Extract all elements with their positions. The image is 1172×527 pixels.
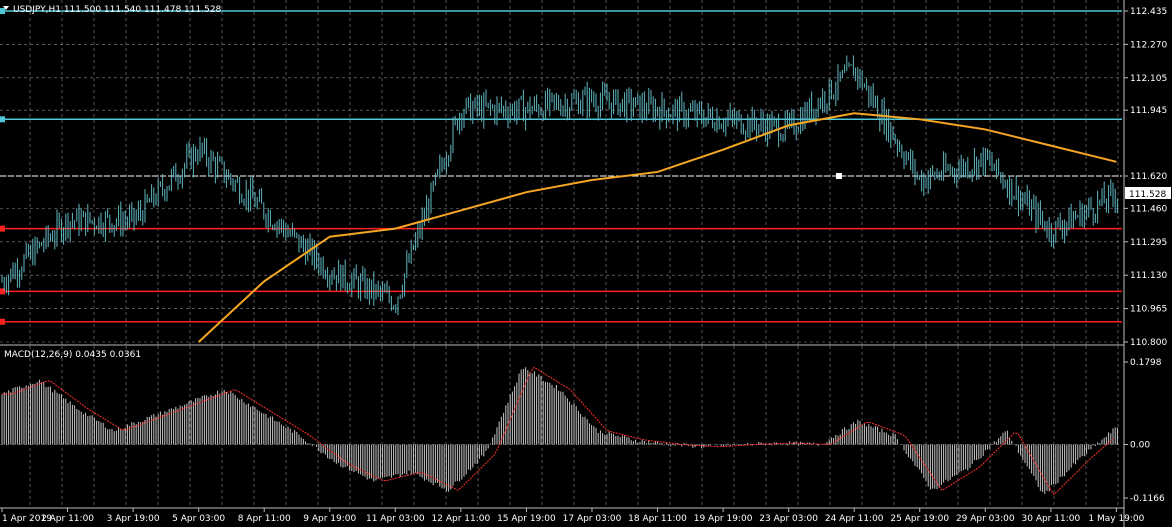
time-tick-label: 5 Apr 03:00 xyxy=(172,514,225,524)
line-handle[interactable] xyxy=(0,116,5,123)
price-tick-label: 112.435 xyxy=(1130,7,1167,17)
time-tick-label: 24 Apr 11:00 xyxy=(825,514,884,524)
time-tick-label: 9 Apr 19:00 xyxy=(303,514,356,524)
time-tick-label: 3 Apr 19:00 xyxy=(107,514,160,524)
macd-tick-label: 0.1798 xyxy=(1130,358,1162,368)
time-tick-label: 23 Apr 03:00 xyxy=(759,514,818,524)
time-tick-label: 2 Apr 11:00 xyxy=(41,514,94,524)
time-tick-label: 15 Apr 19:00 xyxy=(497,514,556,524)
macd-tick-label: 0.00 xyxy=(1130,440,1150,450)
time-tick-label: 12 Apr 11:00 xyxy=(432,514,491,524)
time-tick-label: 25 Apr 19:00 xyxy=(890,514,949,524)
current-price-label: 111.528 xyxy=(1129,190,1166,200)
price-tick-label: 111.460 xyxy=(1130,204,1167,214)
time-tick-label: 19 Apr 19:00 xyxy=(694,514,753,524)
line-handle[interactable] xyxy=(0,318,5,325)
trading-chart[interactable]: 112.435 112.270 112.105 111.945 111.620 111.4… xyxy=(0,0,1172,527)
macd-header: MACD(12,26,9) 0.0435 0.0361 xyxy=(4,350,141,360)
line-handle[interactable] xyxy=(0,8,5,14)
line-handle[interactable] xyxy=(0,225,5,232)
price-tick-label: 112.270 xyxy=(1130,40,1167,50)
price-tick-label: 111.945 xyxy=(1130,106,1167,116)
price-tick-label: 110.965 xyxy=(1130,305,1167,315)
macd-tick-label: -0.1166 xyxy=(1130,494,1165,504)
symbol-header: USDJPY,H1 111.500 111.540 111.478 111.52… xyxy=(13,5,222,15)
time-tick-label: 11 Apr 03:00 xyxy=(366,514,425,524)
time-tick-label: 17 Apr 03:00 xyxy=(563,514,622,524)
time-tick-label: 30 Apr 11:00 xyxy=(1022,514,1081,524)
time-tick-label: 29 Apr 03:00 xyxy=(956,514,1015,524)
price-tick-label: 111.620 xyxy=(1130,172,1167,182)
chart-background xyxy=(0,0,1172,527)
line-handle[interactable] xyxy=(836,172,842,179)
price-tick-label: 112.105 xyxy=(1130,74,1167,84)
price-tick-label: 111.295 xyxy=(1130,238,1167,248)
price-tick-label: 110.800 xyxy=(1130,338,1167,348)
time-tick-label: 1 May 19:00 xyxy=(1088,514,1144,524)
time-tick-label: 8 Apr 11:00 xyxy=(238,514,291,524)
time-tick-label: 18 Apr 11:00 xyxy=(628,514,687,524)
price-tick-label: 111.130 xyxy=(1130,271,1167,281)
